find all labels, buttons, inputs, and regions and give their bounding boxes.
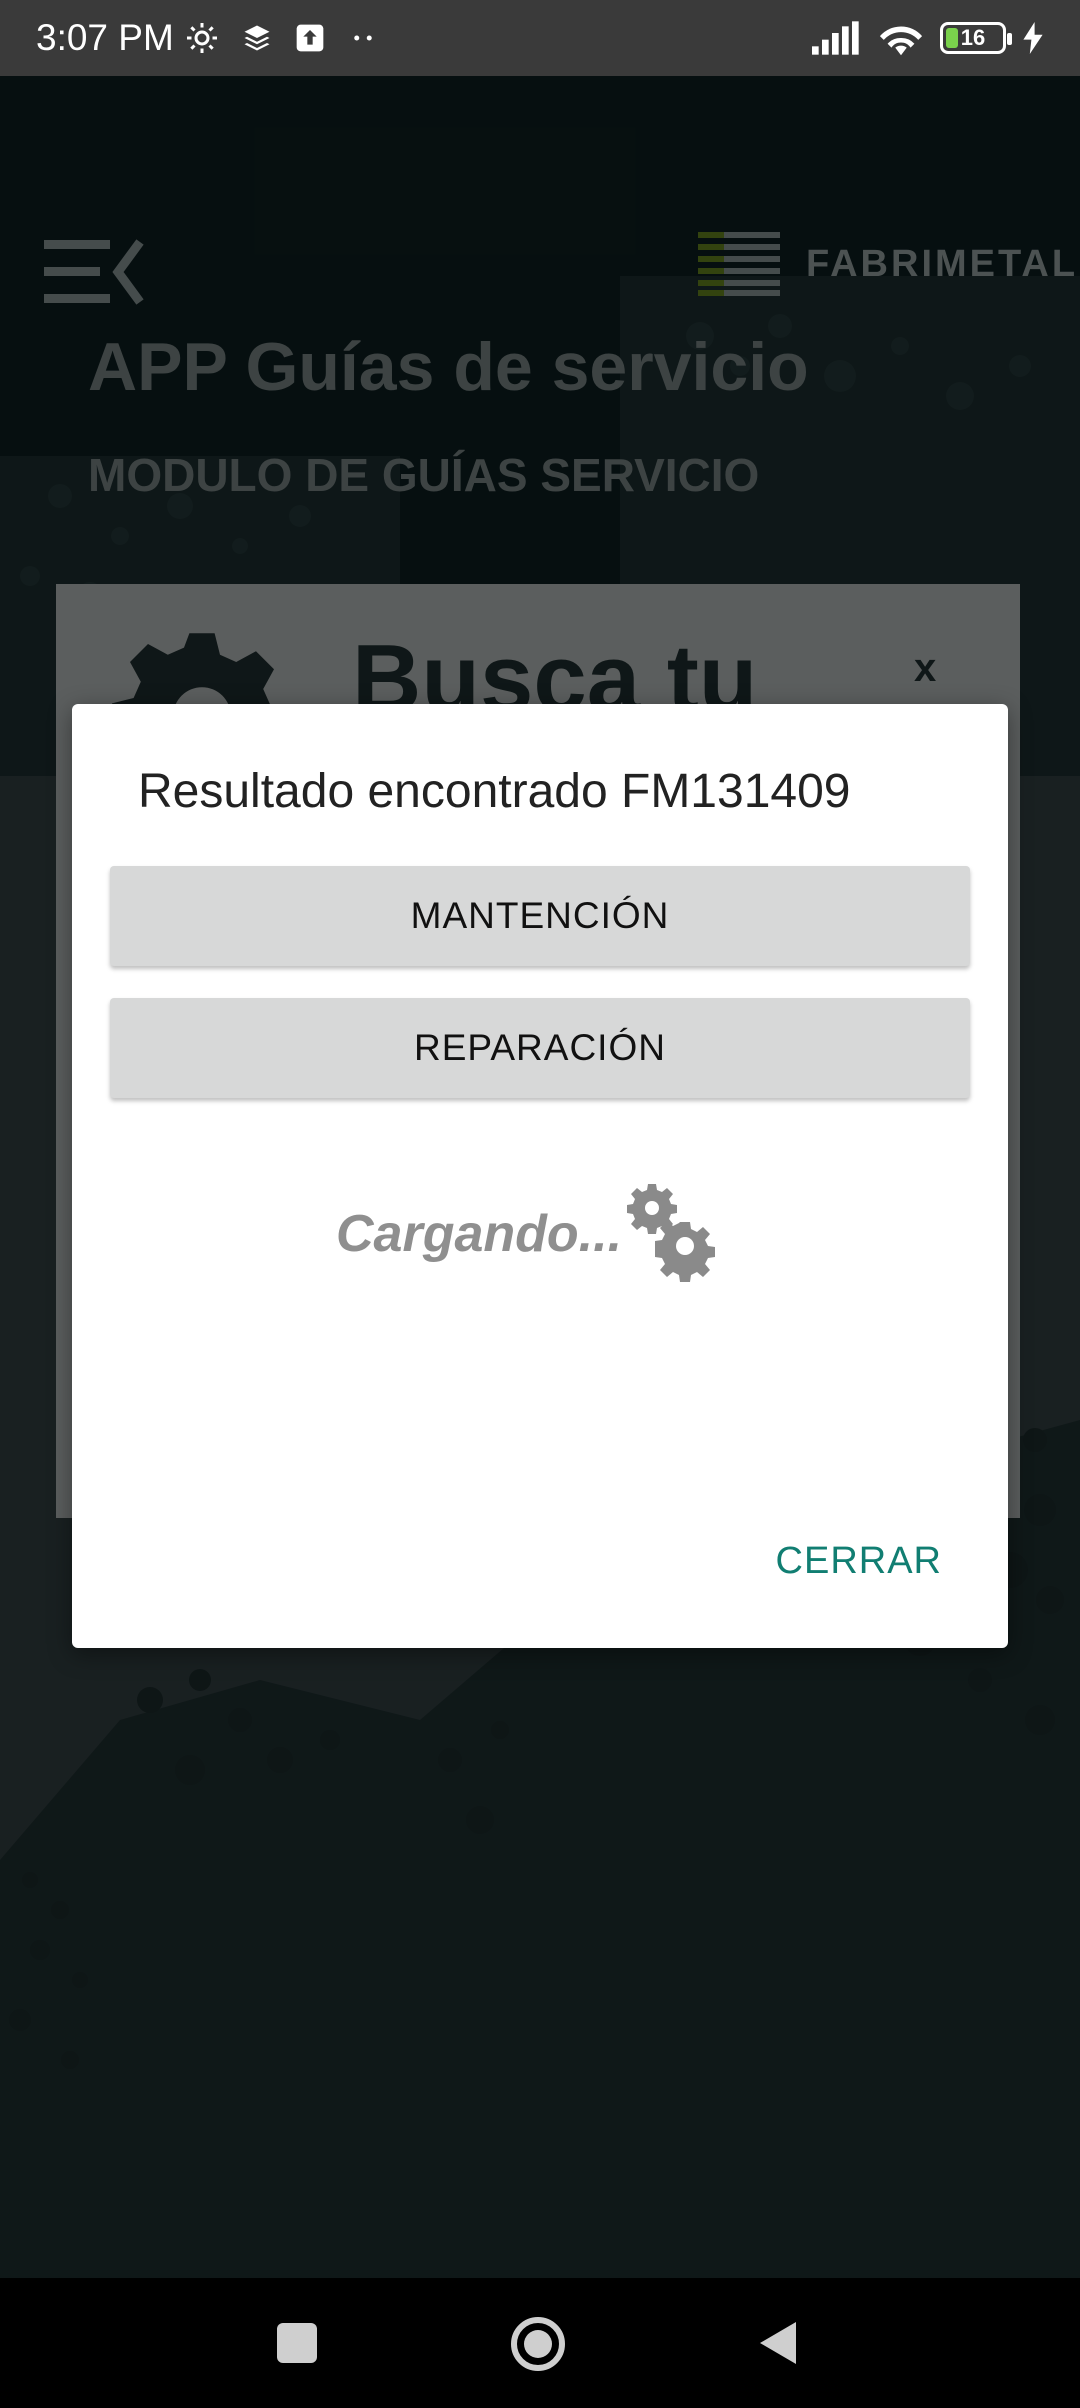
loading-indicator: Cargando... <box>336 1182 718 1286</box>
dialog-title: Resultado encontrado FM131409 <box>138 765 851 818</box>
upload-icon <box>296 24 324 52</box>
recent-apps-icon[interactable] <box>276 2322 318 2364</box>
home-icon[interactable] <box>510 2316 566 2372</box>
status-time: 3:07 PM <box>36 17 174 58</box>
screen: 3:07 PM 16 FABRIMETAL APP Guías de servi… <box>0 0 1080 2408</box>
close-button[interactable]: CERRAR <box>776 1540 942 1583</box>
maintenance-button[interactable]: MANTENCIÓN <box>110 866 970 966</box>
wifi-icon <box>879 26 923 56</box>
status-bar: 3:07 PM 16 <box>0 0 1080 76</box>
signal-icon <box>812 21 859 55</box>
settings-gear-icon <box>186 23 217 53</box>
charging-bolt-icon <box>1023 22 1043 54</box>
repair-button[interactable]: REPARACIÓN <box>110 998 970 1098</box>
result-dialog: Resultado encontrado FM131409 MANTENCIÓN… <box>72 704 1008 1648</box>
back-icon[interactable] <box>758 2320 798 2366</box>
more-dots-icon <box>354 35 372 41</box>
layers-icon <box>244 25 270 51</box>
loading-gears-icon <box>627 1184 716 1282</box>
loading-text: Cargando... <box>336 1205 623 1263</box>
navigation-bar <box>0 2278 1080 2408</box>
battery-icon: 16 <box>940 22 1012 54</box>
battery-level: 16 <box>960 25 986 50</box>
